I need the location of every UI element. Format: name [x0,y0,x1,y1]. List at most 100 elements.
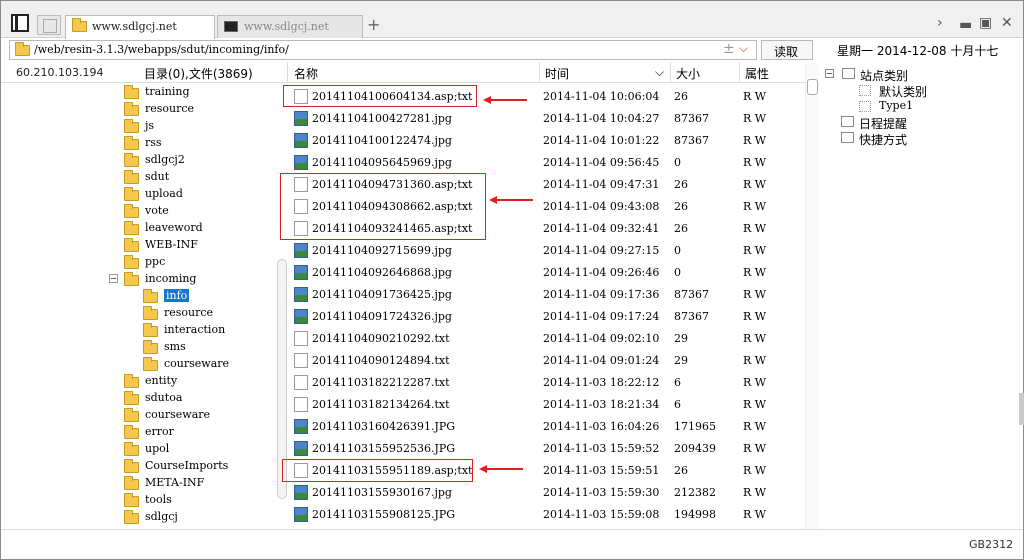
folder-icon [124,459,139,473]
folder-icon [124,204,139,218]
collapse-icon[interactable]: − [109,274,118,283]
image-file-icon [294,441,308,456]
sort-chevron-icon[interactable]: ⌵ [655,65,664,80]
chevron-right-icon[interactable]: › [937,15,943,31]
col-size[interactable]: 大小 [676,65,700,82]
directory-tree: training resource js rss sdlgcj2 sdut up… [109,85,230,524]
blank-tab[interactable] [37,15,61,35]
dropdown-arrow-icon[interactable]: ⌵ [739,41,748,56]
file-row[interactable]: 20141104091736425.jpg 2014-11-04 09:17:36… [291,284,805,306]
file-row[interactable]: 20141103155908125.JPG 2014-11-03 15:59:08… [291,504,805,526]
tab-site-terminal[interactable]: www.sdlgcj.net [217,15,363,38]
folder-icon [143,306,158,320]
image-file-icon [294,419,308,434]
category-item-icon [859,85,871,96]
column-divider [287,62,288,83]
plus-minus-icon[interactable]: ± [723,41,735,57]
folder-icon [143,340,158,354]
tab-label: www.sdlgcj.net [244,20,329,33]
category-box-icon [842,68,855,79]
image-file-icon [294,265,308,280]
scroll-thumb[interactable] [807,79,818,95]
status-divider [1,529,1023,530]
file-row[interactable]: 20141103155930167.jpg 2014-11-03 15:59:30… [291,482,805,504]
maximize-button[interactable]: ▣ [979,15,992,31]
tab-label: www.sdlgcj.net [92,20,177,33]
folder-icon [124,153,139,167]
date-display: 星期一 2014-12-08 十月十七 [837,44,999,58]
folder-icon [72,18,87,32]
shortcut-icon [841,132,854,143]
path-input[interactable]: /web/resin-3.1.3/webapps/sdut/incoming/i… [9,40,757,60]
side-panel: − 站点类别 默认类别 Type1 日程提醒 快捷方式 [825,68,928,147]
folder-icon [124,493,139,507]
folder-icon [124,255,139,269]
image-file-icon [294,287,308,302]
image-file-icon [294,155,308,170]
file-row[interactable]: 20141103182134264.txt 2014-11-03 18:21:34… [291,394,805,416]
panel-toggle-icon[interactable] [11,14,29,32]
column-divider [670,62,671,83]
folder-icon [124,102,139,116]
annotation-box [280,173,486,240]
folder-icon [124,510,139,524]
file-row[interactable]: 20141104090210292.txt 2014-11-04 09:02:10… [291,328,805,350]
file-row[interactable]: 20141103160426391.JPG 2014-11-03 16:04:26… [291,416,805,438]
close-button[interactable]: ✕ [1001,15,1013,31]
file-row[interactable]: 20141104091724326.jpg 2014-11-04 09:17:24… [291,306,805,328]
folder-icon [124,272,139,286]
annotation-arrow-icon [489,196,533,204]
calendar-icon [841,116,854,127]
folder-icon [15,42,30,56]
file-row[interactable]: 20141104100427281.jpg 2014-11-04 10:04:27… [291,108,805,130]
category-item-icon [859,101,871,112]
encoding-indicator[interactable]: GB2312 [969,538,1013,551]
server-ip: 60.210.103.194 [16,66,104,79]
file-row[interactable]: 20141104100122474.jpg 2014-11-04 10:01:22… [291,130,805,152]
file-manager-window: www.sdlgcj.net www.sdlgcj.net + › ▬ ▣ ✕ … [0,0,1024,560]
folder-icon [124,238,139,252]
path-text: /web/resin-3.1.3/webapps/sdut/incoming/i… [34,43,289,56]
address-bar: /web/resin-3.1.3/webapps/sdut/incoming/i… [1,39,1023,61]
file-row[interactable]: 20141103182212287.txt 2014-11-03 18:22:12… [291,372,805,394]
folder-icon [124,425,139,439]
dir-info: 目录(0),文件(3869) [144,67,253,81]
window-edge [1019,393,1024,425]
col-attr[interactable]: 属性 [745,65,769,82]
image-file-icon [294,485,308,500]
terminal-icon [224,21,238,32]
folder-icon [124,119,139,133]
folder-icon [124,374,139,388]
read-button[interactable]: 读取 [761,40,813,60]
text-file-icon [294,331,308,346]
col-name[interactable]: 名称 [294,65,318,82]
folder-icon [124,170,139,184]
text-file-icon [294,353,308,368]
folder-icon [124,408,139,422]
image-file-icon [294,111,308,126]
annotation-arrow-icon [479,465,523,473]
collapse-icon[interactable]: − [825,69,834,78]
add-tab-button[interactable]: + [367,15,380,34]
file-row[interactable]: 20141104090124894.txt 2014-11-04 09:01:24… [291,350,805,372]
file-row[interactable]: 20141103155952536.JPG 2014-11-03 15:59:52… [291,438,805,460]
col-time[interactable]: 时间 [545,65,569,82]
folder-icon [124,136,139,150]
folder-icon [124,187,139,201]
image-file-icon [294,507,308,522]
file-row[interactable]: 20141104092646868.jpg 2014-11-04 09:26:46… [291,262,805,284]
annotation-box [283,85,477,107]
minimize-button[interactable]: ▬ [959,17,972,33]
file-row[interactable]: 20141104092715699.jpg 2014-11-04 09:27:15… [291,240,805,262]
folder-icon [124,85,139,99]
column-divider [539,62,540,83]
column-header: 60.210.103.194 目录(0),文件(3869) 名称 时间 ⌵ 大小… [1,62,819,83]
folder-icon [124,476,139,490]
file-list-scrollbar[interactable] [805,63,819,529]
image-file-icon [294,309,308,324]
image-file-icon [294,133,308,148]
folder-icon [124,442,139,456]
annotation-arrow-icon [483,96,527,104]
tab-site-files[interactable]: www.sdlgcj.net [65,15,215,39]
file-row[interactable]: 20141104095645969.jpg 2014-11-04 09:56:45… [291,152,805,174]
